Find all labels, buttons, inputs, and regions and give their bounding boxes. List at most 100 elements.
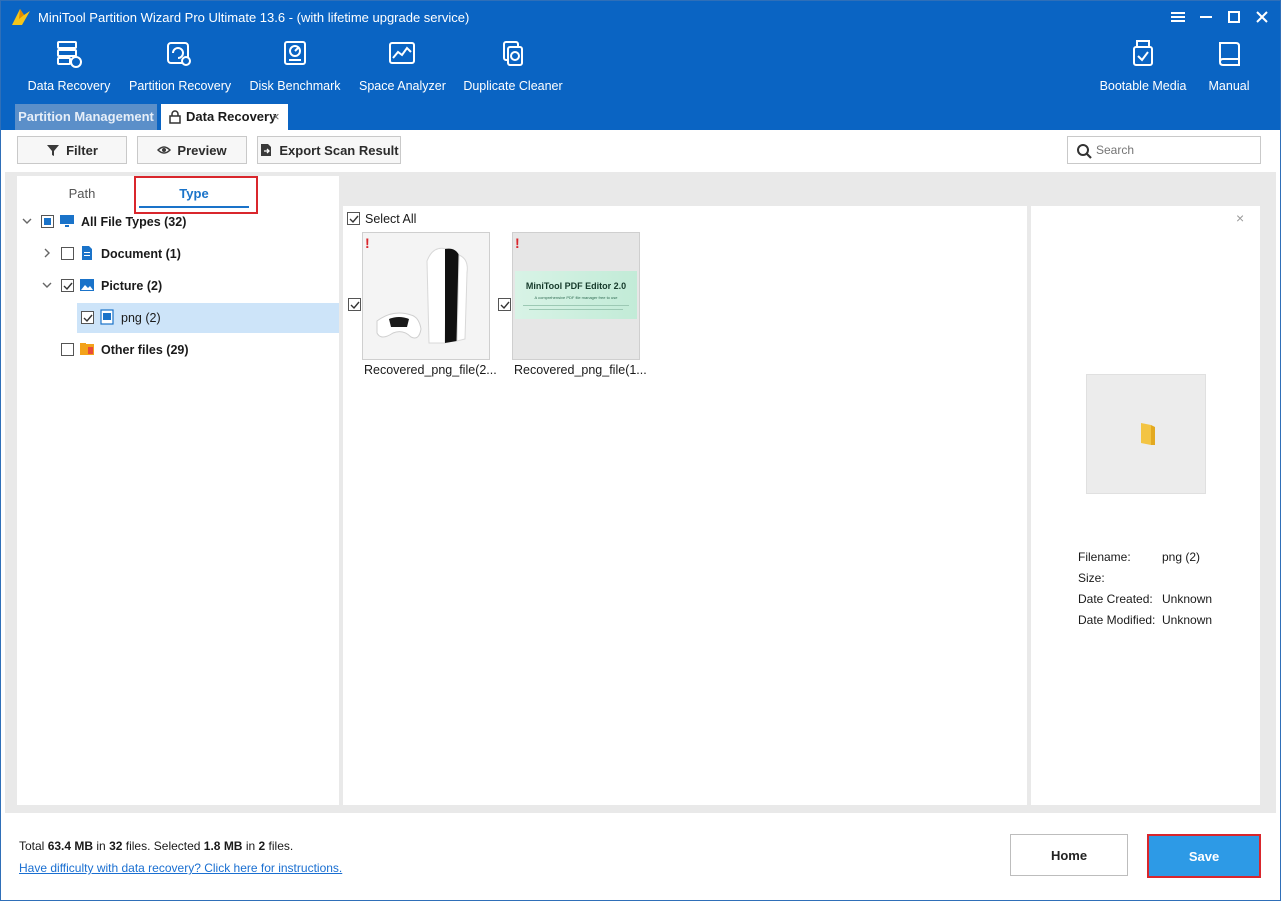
console-image [363, 233, 489, 359]
chevron-down-icon[interactable] [21, 215, 33, 227]
tree-item-picture[interactable]: Picture (2) [17, 271, 339, 301]
search-input[interactable] [1096, 141, 1256, 159]
title-bar: MiniTool Partition Wizard Pro Ultimate 1… [1, 1, 1280, 33]
folder-icon [1141, 423, 1155, 445]
info-key: Filename: [1078, 550, 1131, 564]
summary-text: files. [265, 839, 294, 853]
preview-button[interactable]: Preview [137, 136, 247, 164]
close-icon[interactable] [1247, 6, 1277, 28]
total-files: 32 [109, 839, 123, 853]
checkbox[interactable] [61, 247, 74, 260]
filter-label: Filter [66, 142, 98, 158]
file-thumbnail[interactable] [362, 232, 490, 360]
info-value: Unknown [1162, 613, 1213, 627]
alert-icon: ! [515, 235, 520, 251]
tree-label: Other files (29) [101, 343, 189, 357]
file-checkbox[interactable] [348, 298, 361, 311]
toolbar-label: Partition Recovery [129, 79, 232, 93]
filter-button[interactable]: Filter [17, 136, 127, 164]
maximize-icon[interactable] [1219, 6, 1249, 28]
toolbar-partition-recovery[interactable]: Partition Recovery [129, 39, 232, 99]
chevron-down-icon[interactable] [41, 279, 53, 291]
tree-label: All File Types (32) [81, 215, 187, 229]
export-label: Export Scan Result [279, 142, 399, 158]
info-value: Unknown [1162, 592, 1213, 606]
footer-bar: Total 63.4 MB in 32 files. Selected 1.8 … [5, 813, 1276, 895]
info-key: Size: [1078, 571, 1105, 585]
tree-label: png (2) [121, 311, 161, 325]
select-all-checkbox[interactable] [347, 212, 360, 225]
checkbox-partial[interactable] [41, 215, 54, 228]
picture-icon [80, 279, 94, 291]
toolbar-data-recovery[interactable]: Data Recovery [23, 39, 115, 99]
file-thumbnail[interactable]: MiniTool PDF Editor 2.0 A comprehensive … [512, 232, 640, 360]
file-type-panel: Path Type All File Types (32) Document (… [17, 176, 339, 805]
total-size: 63.4 MB [47, 839, 94, 853]
tab-path[interactable]: Path [47, 180, 117, 208]
close-tab-icon[interactable]: × [272, 104, 280, 130]
bootable-media-icon [1133, 40, 1153, 66]
other-files-icon [80, 343, 94, 355]
space-analyzer-icon [389, 42, 415, 64]
export-icon [261, 144, 272, 156]
partition-recovery-icon [167, 42, 191, 66]
minimize-icon[interactable] [1191, 6, 1221, 28]
summary-text: in [242, 839, 259, 853]
export-scan-result-button[interactable]: Export Scan Result [257, 136, 401, 164]
toolbar-space-analyzer[interactable]: Space Analyzer [359, 39, 446, 99]
eye-icon [157, 146, 172, 154]
selected-size: 1.8 MB [203, 839, 243, 853]
tree-item-png[interactable]: png (2) [77, 303, 339, 333]
main-area: Path Type All File Types (32) Document (… [5, 172, 1276, 813]
toolbar-label: Disk Benchmark [249, 79, 341, 93]
toolbar-label: Data Recovery [27, 79, 111, 93]
toolbar-label: Manual [1208, 79, 1250, 93]
chevron-right-icon[interactable] [41, 247, 53, 259]
summary-text: files. Selected [122, 839, 204, 853]
toolbar-duplicate-cleaner[interactable]: Duplicate Cleaner [463, 39, 563, 99]
file-name: Recovered_png_file(1... [514, 363, 647, 377]
app-window: MiniTool Partition Wizard Pro Ultimate 1… [0, 0, 1281, 901]
toolbar-label: Space Analyzer [359, 79, 446, 93]
preview-thumbnail [1086, 374, 1206, 494]
scan-summary: Total 63.4 MB in 32 files. Selected 1.8 … [19, 839, 293, 853]
toolbar-bootable-media[interactable]: Bootable Media [1097, 39, 1189, 99]
banner-title: MiniTool PDF Editor 2.0 [525, 281, 627, 291]
toolbar-label: Bootable Media [1099, 79, 1187, 93]
help-link[interactable]: Have difficulty with data recovery? Clic… [19, 861, 342, 875]
file-checkbox[interactable] [498, 298, 511, 311]
top-bar: MiniTool Partition Wizard Pro Ultimate 1… [1, 1, 1280, 130]
alert-icon: ! [365, 235, 370, 251]
tree-item-other-files[interactable]: Other files (29) [17, 335, 339, 365]
tree-item-all-file-types[interactable]: All File Types (32) [17, 207, 339, 237]
search-icon [1077, 144, 1092, 159]
image-file-icon [100, 309, 114, 325]
duplicate-cleaner-icon [503, 41, 523, 66]
toolbar-label: Duplicate Cleaner [463, 79, 563, 93]
tab-strip: Partition Management Data Recovery × [1, 104, 1280, 130]
preview-label: Preview [177, 142, 227, 158]
tree-item-document[interactable]: Document (1) [17, 239, 339, 269]
tree-label: Document (1) [101, 247, 181, 261]
tab-data-recovery[interactable]: Data Recovery × [161, 104, 288, 130]
toolbar-manual[interactable]: Manual [1203, 39, 1255, 99]
filter-icon [47, 145, 60, 156]
data-recovery-icon [57, 41, 82, 68]
save-button[interactable]: Save [1147, 834, 1261, 878]
checkbox-checked[interactable] [81, 311, 94, 324]
info-value: png (2) [1162, 550, 1201, 564]
lock-icon [169, 110, 181, 124]
window-title: MiniTool Partition Wizard Pro Ultimate 1… [38, 10, 470, 25]
tab-partition-management[interactable]: Partition Management [15, 104, 157, 130]
checkbox[interactable] [61, 343, 74, 356]
file-name: Recovered_png_file(2... [364, 363, 497, 377]
home-button[interactable]: Home [1010, 834, 1128, 876]
select-all-label: Select All [365, 212, 417, 226]
close-preview-icon[interactable]: × [1236, 210, 1244, 226]
pdf-editor-banner: MiniTool PDF Editor 2.0 A comprehensive … [515, 271, 637, 319]
checkbox-checked[interactable] [61, 279, 74, 292]
tree-label: Picture (2) [101, 279, 163, 293]
search-box[interactable] [1067, 136, 1261, 164]
toolbar-disk-benchmark[interactable]: Disk Benchmark [249, 39, 341, 99]
hamburger-icon[interactable] [1163, 6, 1193, 28]
